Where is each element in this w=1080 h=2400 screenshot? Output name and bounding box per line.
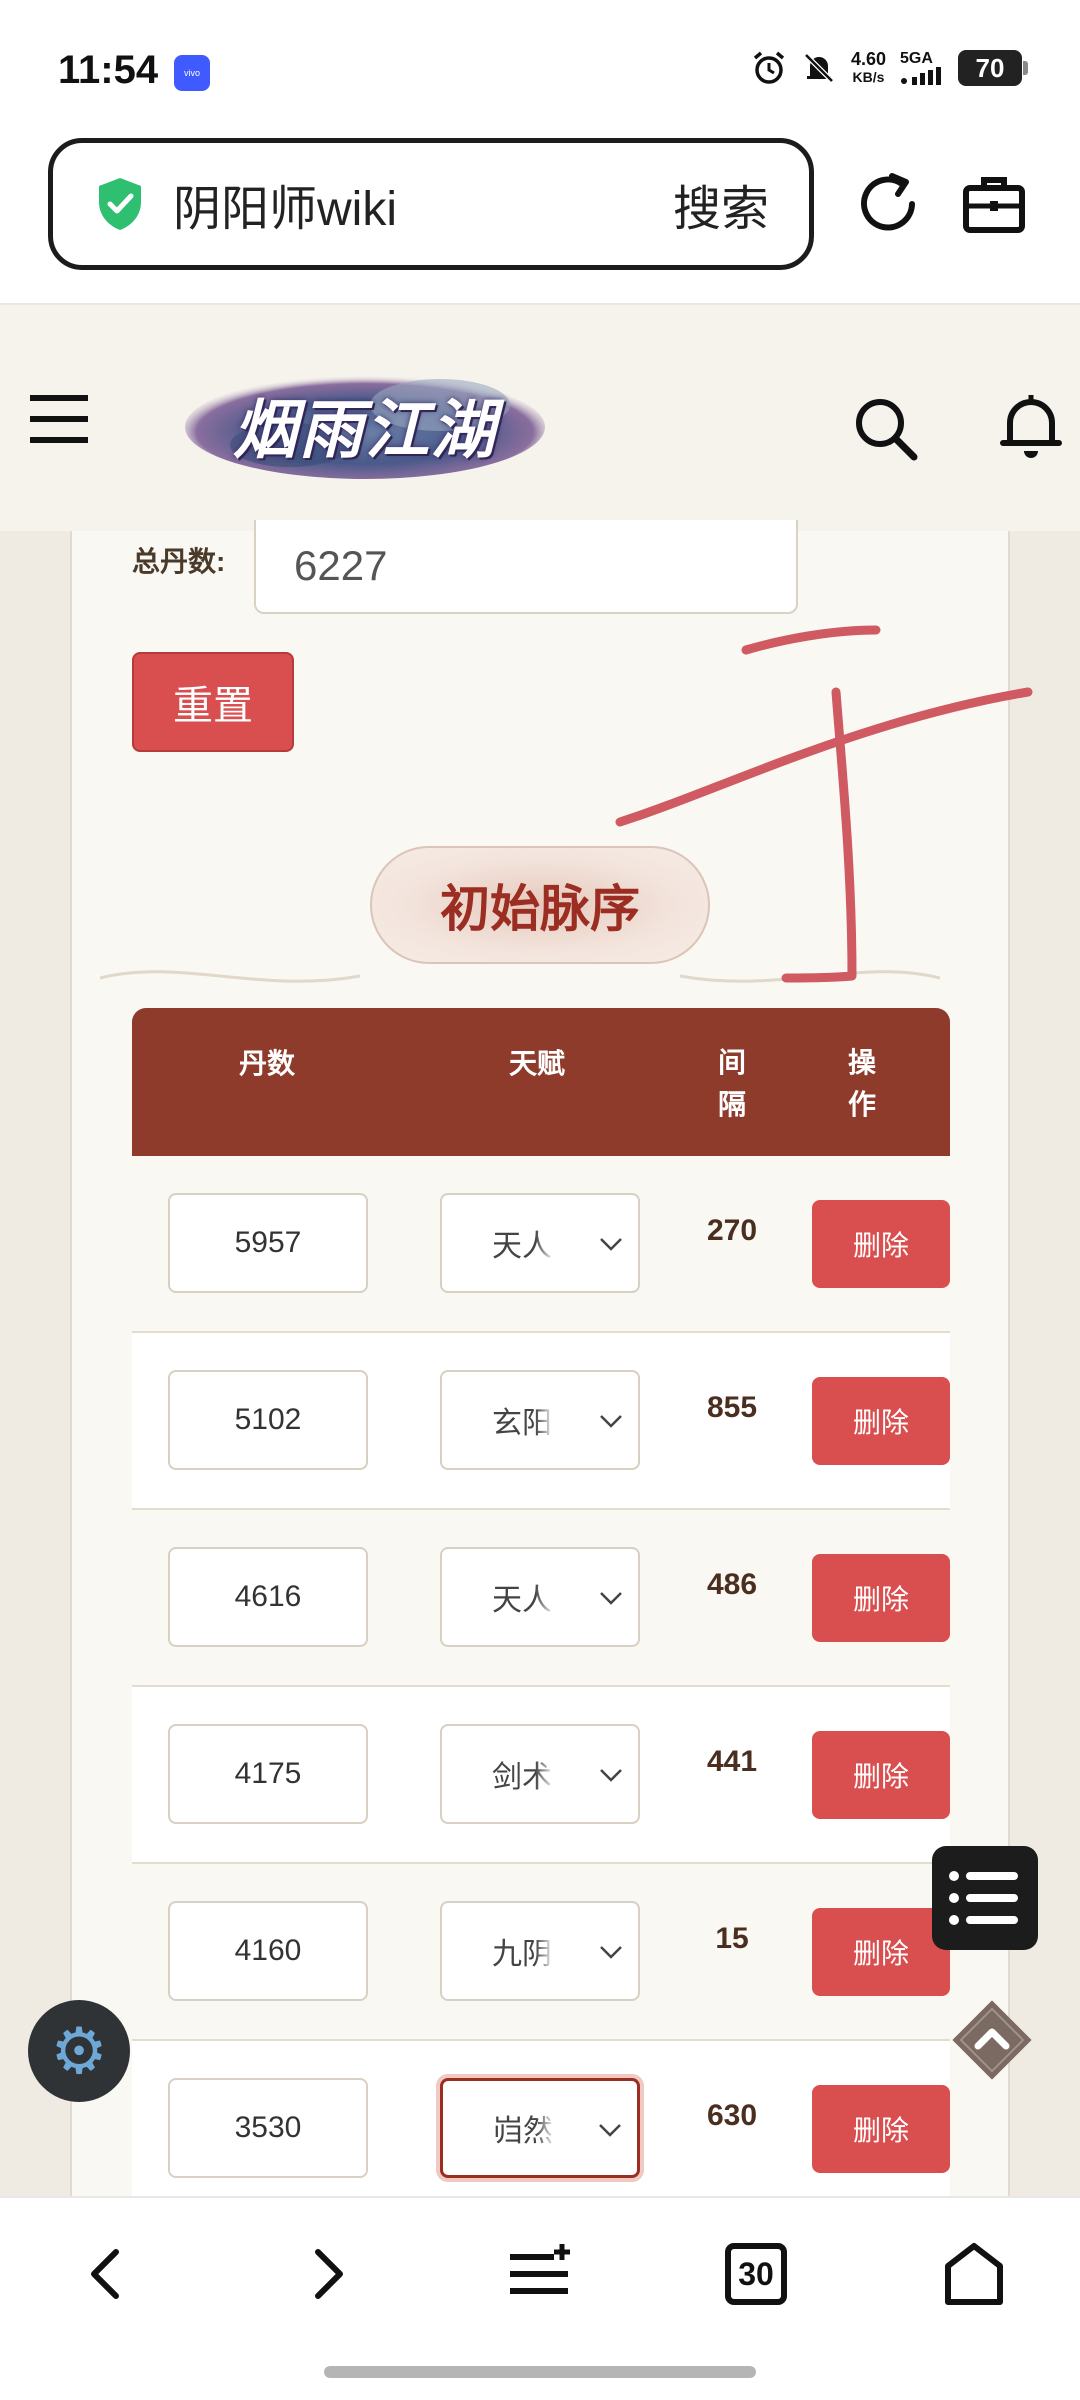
hamburger-menu-icon[interactable] bbox=[30, 393, 88, 445]
signal-indicator: 5GA bbox=[900, 51, 944, 85]
back-to-top-icon[interactable] bbox=[942, 1990, 1042, 2090]
delete-button[interactable]: 删除 bbox=[812, 1377, 950, 1465]
gap-value: 15 bbox=[715, 1922, 749, 1955]
chevron-down-icon bbox=[600, 1946, 622, 1959]
shield-check-icon bbox=[99, 178, 141, 230]
tianfu-select[interactable]: 岿然 bbox=[440, 2078, 640, 2178]
list-icon bbox=[949, 1871, 1018, 1925]
dan-input[interactable]: 5102 bbox=[168, 1370, 368, 1470]
network-speed: 4.60 KB/s bbox=[851, 50, 886, 86]
gap-value: 270 bbox=[706, 1214, 758, 1247]
header-caozuo: 操 作 bbox=[847, 1047, 876, 1120]
tianfu-value: 九阴 bbox=[492, 1938, 552, 1971]
signal-bars-icon bbox=[901, 67, 941, 85]
tianfu-value: 天人 bbox=[492, 1230, 552, 1263]
status-bar: 11:54 vivo 4.60 KB/s 5GA 70 bbox=[0, 0, 1080, 140]
search-button[interactable]: 搜索 bbox=[673, 169, 769, 239]
delete-button[interactable]: 删除 bbox=[812, 1200, 950, 1288]
tianfu-select[interactable]: 玄阳 bbox=[440, 1370, 640, 1470]
settings-gear-icon[interactable]: ⚙ bbox=[28, 2000, 130, 2102]
total-dan-label: 总丹数: bbox=[132, 546, 226, 577]
tabs-button[interactable]: 30 bbox=[720, 2238, 792, 2310]
table-row: 5957 天人 270 删除 bbox=[132, 1156, 950, 1333]
dan-input[interactable]: 4175 bbox=[168, 1724, 368, 1824]
tianfu-value: 剑术 bbox=[492, 1761, 552, 1794]
delete-button[interactable]: 删除 bbox=[812, 1731, 950, 1819]
chevron-down-icon bbox=[600, 1592, 622, 1605]
network-speed-value: 4.60 bbox=[850, 49, 886, 69]
table-header: 丹数 天赋 间 隔 操 作 bbox=[132, 1008, 950, 1156]
chevron-down-icon bbox=[600, 1415, 622, 1428]
bell-icon[interactable] bbox=[998, 391, 1064, 461]
alarm-icon bbox=[753, 51, 785, 84]
section-divider bbox=[100, 970, 940, 983]
tabs-count: 30 bbox=[738, 2255, 774, 2292]
dan-input[interactable]: 4616 bbox=[168, 1547, 368, 1647]
search-icon[interactable] bbox=[852, 395, 918, 461]
gap-value: 630 bbox=[706, 2099, 758, 2132]
tianfu-value: 岿然 bbox=[493, 2115, 553, 2148]
table-row: 4160 九阴 15 删除 bbox=[132, 1864, 950, 2041]
table-row: 4175 剑术 441 删除 bbox=[132, 1687, 950, 1864]
delete-button[interactable]: 删除 bbox=[812, 1554, 950, 1642]
address-bar[interactable]: 阴阳师wiki 搜索 bbox=[48, 138, 814, 270]
table-row: 5102 玄阳 855 删除 bbox=[132, 1333, 950, 1510]
home-icon[interactable] bbox=[938, 2238, 1010, 2310]
table-row: 3530 岿然 630 删除 bbox=[132, 2041, 950, 2218]
table-row: 4616 天人 486 删除 bbox=[132, 1510, 950, 1687]
pulse-table: 丹数 天赋 间 隔 操 作 5957 天人 270 删除 5102 玄阳 855… bbox=[132, 1008, 950, 2218]
table-of-contents-button[interactable] bbox=[932, 1846, 1038, 1950]
reload-icon[interactable] bbox=[852, 168, 924, 240]
chevron-down-icon bbox=[600, 1238, 622, 1251]
total-dan-input[interactable]: 6227 bbox=[254, 520, 798, 614]
gap-value: 855 bbox=[706, 1391, 758, 1424]
toolbox-icon[interactable] bbox=[958, 168, 1030, 240]
header-tianfu: 天赋 bbox=[508, 1048, 565, 1079]
site-header: 烟雨江湖 bbox=[0, 303, 1080, 531]
reset-button[interactable]: 重置 bbox=[132, 652, 294, 752]
tianfu-select[interactable]: 剑术 bbox=[440, 1724, 640, 1824]
delete-button[interactable]: 删除 bbox=[812, 2085, 950, 2173]
section-title: 初始脉序 bbox=[370, 846, 710, 964]
network-speed-unit: KB/s bbox=[852, 69, 885, 85]
menu-list-icon[interactable] bbox=[504, 2238, 576, 2310]
chevron-down-icon bbox=[599, 2124, 621, 2137]
vivo-app-icon: vivo bbox=[174, 55, 210, 91]
gap-value: 441 bbox=[706, 1745, 758, 1778]
delete-button[interactable]: 删除 bbox=[812, 1908, 950, 1996]
home-indicator[interactable] bbox=[324, 2366, 756, 2378]
forward-icon[interactable] bbox=[290, 2238, 362, 2310]
gap-value: 486 bbox=[706, 1568, 758, 1601]
signal-label: 5GA bbox=[900, 50, 933, 67]
tianfu-value: 玄阳 bbox=[492, 1407, 552, 1440]
site-logo[interactable]: 烟雨江湖 bbox=[180, 365, 550, 485]
dan-input[interactable]: 4160 bbox=[168, 1901, 368, 2001]
battery-indicator: 70 bbox=[958, 50, 1028, 86]
logo-text: 烟雨江湖 bbox=[233, 393, 497, 468]
header-dan: 丹数 bbox=[238, 1048, 295, 1079]
chevron-down-icon bbox=[600, 1769, 622, 1782]
status-icons: 4.60 KB/s 5GA 70 bbox=[751, 50, 1028, 86]
status-time: 11:54 bbox=[58, 48, 159, 92]
mute-bell-icon bbox=[804, 53, 834, 83]
tianfu-select[interactable]: 九阴 bbox=[440, 1901, 640, 2001]
tianfu-select[interactable]: 天人 bbox=[440, 1193, 640, 1293]
back-icon[interactable] bbox=[72, 2238, 144, 2310]
header-jiange: 间 隔 bbox=[717, 1047, 746, 1120]
dan-input[interactable]: 5957 bbox=[168, 1193, 368, 1293]
tianfu-select[interactable]: 天人 bbox=[440, 1547, 640, 1647]
address-text[interactable]: 阴阳师wiki bbox=[173, 169, 673, 239]
tianfu-value: 天人 bbox=[492, 1584, 552, 1617]
dan-input[interactable]: 3530 bbox=[168, 2078, 368, 2178]
